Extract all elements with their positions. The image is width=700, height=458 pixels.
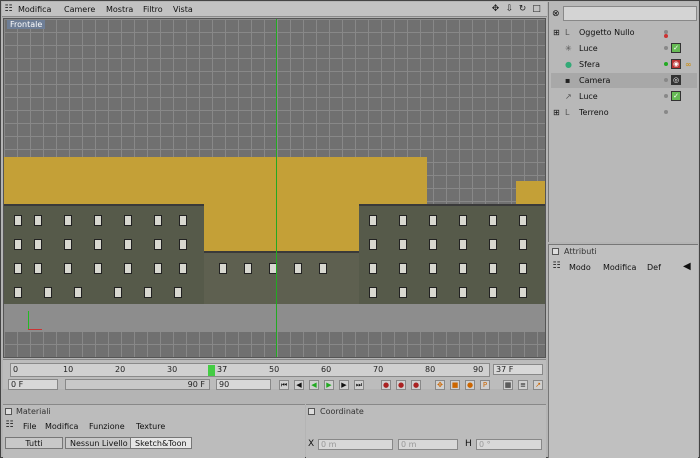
record-icon[interactable]: ● — [381, 380, 391, 390]
object-row[interactable]: ↗ Luce ✓ — [551, 89, 697, 104]
coordinates-title: Coordinate — [320, 407, 364, 416]
materials-menu-modifica[interactable]: Modifica — [45, 422, 78, 431]
menu-camere[interactable]: Camere — [64, 5, 95, 14]
null-icon: L — [565, 28, 570, 37]
coordinates-panel: Coordinate X 0 m 0 m H 0 ° — [306, 404, 546, 458]
timeline: 0 10 20 30 50 60 70 80 90 37 37 F 0 F 90… — [3, 359, 546, 390]
back-arrow-icon[interactable]: ◀ — [683, 261, 691, 272]
object-row[interactable]: ● Sfera ◉ ∞ — [551, 57, 697, 72]
h-label: H — [465, 439, 472, 449]
material-tag-icon[interactable]: ◉ — [671, 59, 681, 69]
camera-icon: ▪ — [565, 76, 571, 85]
object-row[interactable]: ✳ Luce ✓ — [551, 41, 697, 56]
grid-icon[interactable]: ☷ — [4, 5, 13, 14]
ground-plane — [4, 304, 545, 332]
tab-sketch-toon[interactable]: Sketch&Toon — [130, 437, 192, 449]
current-frame-field[interactable]: 37 F — [493, 364, 543, 375]
materials-panel: Materiali ☷ File Modifica Funzione Textu… — [3, 404, 305, 458]
attributes-panel: Attributi ☷ Modo Modifica Def ◀ — [548, 244, 698, 458]
panel-icon — [552, 248, 559, 255]
rotate-view-icon[interactable]: ↻ — [518, 5, 527, 14]
scale-key-icon[interactable]: ■ — [450, 380, 460, 390]
goto-end-icon[interactable]: ⏭ — [354, 380, 364, 390]
attributes-menu-modo[interactable]: Modo — [569, 263, 591, 272]
play-back-icon[interactable]: ◀ — [309, 380, 319, 390]
expand-icon[interactable]: ⊞ — [553, 25, 560, 40]
playhead-label: 37 — [217, 365, 228, 374]
extra-icon[interactable]: ↗ — [533, 380, 543, 390]
keyframe-icon[interactable]: ● — [411, 380, 421, 390]
x-position-field[interactable]: 0 m — [318, 439, 393, 450]
tag-icon[interactable]: ✓ — [671, 43, 681, 53]
grid-icon[interactable]: ☷ — [552, 262, 561, 271]
move-key-icon[interactable]: ✥ — [435, 380, 445, 390]
materials-menu-file[interactable]: File — [23, 422, 36, 431]
play-icon[interactable]: ▶ — [324, 380, 334, 390]
null-icon: L — [565, 108, 570, 117]
texture-tag-icon[interactable]: ∞ — [685, 57, 692, 72]
camera-tag-icon[interactable]: ◎ — [671, 75, 681, 85]
building-right — [359, 204, 545, 304]
tab-tutti[interactable]: Tutti — [5, 437, 63, 449]
zoom-view-icon[interactable]: ⇩ — [505, 5, 514, 14]
menu-mostra[interactable]: Mostra — [106, 5, 133, 14]
building-center — [204, 251, 359, 304]
rotate-key-icon[interactable]: ● — [465, 380, 475, 390]
end-frame-field[interactable]: 90 — [216, 379, 271, 390]
menu-modifica[interactable]: Modifica — [18, 5, 51, 14]
attributes-menu-def[interactable]: Def — [647, 263, 661, 272]
axis-x-indicator — [28, 329, 42, 330]
tag-icon[interactable]: ✓ — [671, 91, 681, 101]
start-frame-field[interactable]: 0 F — [8, 379, 58, 390]
camera-guide-line — [276, 19, 277, 357]
light-icon: ↗ — [565, 92, 572, 101]
panel-icon — [308, 408, 315, 415]
x-label: X — [308, 439, 315, 449]
expand-icon[interactable]: ⊞ — [553, 105, 560, 120]
autokey-icon[interactable]: ● — [396, 380, 406, 390]
object-search-input[interactable] — [563, 6, 697, 21]
x-size-field[interactable]: 0 m — [398, 439, 458, 450]
object-row[interactable]: ⊞ L Oggetto Nullo — [551, 25, 697, 40]
tab-nessun-livello[interactable]: Nessun Livello — [65, 437, 133, 449]
menu-filtro[interactable]: Filtro — [143, 5, 163, 14]
goto-start-icon[interactable]: ⏮ — [279, 380, 289, 390]
grid-icon[interactable]: ☷ — [5, 421, 14, 430]
menu-vista[interactable]: Vista — [173, 5, 193, 14]
sphere-icon: ● — [565, 60, 572, 69]
timeline-ruler[interactable]: 0 10 20 30 50 60 70 80 90 37 — [10, 363, 490, 377]
materials-title: Materiali — [16, 407, 51, 416]
object-manager: ⊗ ⊞ L Oggetto Nullo ✳ Luce ✓ ● Sfera ◉ ∞… — [548, 2, 698, 242]
object-row[interactable]: ⊞ L Terreno — [551, 105, 697, 120]
next-key-icon[interactable]: ▶ — [339, 380, 349, 390]
attributes-title: Attributi — [564, 247, 597, 256]
pla-icon[interactable]: ▦ — [503, 380, 513, 390]
object-row[interactable]: ▪ Camera ◎ — [551, 73, 697, 88]
timeline-playhead[interactable] — [208, 365, 215, 376]
close-icon[interactable]: ⊗ — [552, 9, 560, 19]
viewport-menubar: ☷ Modifica Camere Mostra Filtro Vista ✥ … — [2, 2, 547, 17]
param-key-icon[interactable]: P — [480, 380, 490, 390]
move-view-icon[interactable]: ✥ — [491, 5, 500, 14]
settings-icon[interactable]: ≡ — [518, 380, 528, 390]
materials-menu-texture[interactable]: Texture — [136, 422, 165, 431]
axis-y-indicator — [28, 311, 29, 329]
range-slider[interactable]: 90 F — [65, 379, 210, 390]
h-rotation-field[interactable]: 0 ° — [476, 439, 542, 450]
viewport-frontale[interactable]: Frontale — [3, 18, 546, 358]
panel-icon — [5, 408, 12, 415]
prev-key-icon[interactable]: ◀ — [294, 380, 304, 390]
light-icon: ✳ — [565, 44, 572, 53]
viewport-label[interactable]: Frontale — [7, 20, 46, 29]
materials-menu-funzione[interactable]: Funzione — [89, 422, 125, 431]
attributes-menu-modifica[interactable]: Modifica — [603, 263, 636, 272]
maximize-icon[interactable]: □ — [532, 5, 541, 14]
